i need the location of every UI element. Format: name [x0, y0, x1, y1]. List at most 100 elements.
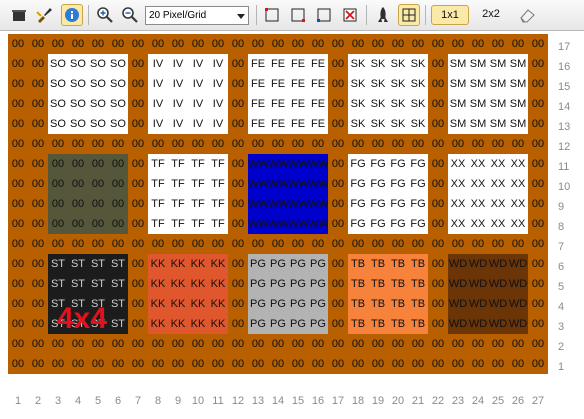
grid-cell[interactable]: SM: [468, 94, 488, 114]
grid-cell[interactable]: 00: [468, 34, 488, 54]
grid-cell[interactable]: PG: [288, 294, 308, 314]
grid-cell[interactable]: 00: [8, 54, 28, 74]
grid-cell[interactable]: 00: [528, 314, 548, 334]
grid-cell[interactable]: TB: [348, 274, 368, 294]
grid-cell[interactable]: 00: [8, 334, 28, 354]
grid-cell[interactable]: 00: [388, 234, 408, 254]
grid-cell[interactable]: 00: [448, 334, 468, 354]
grid-cell[interactable]: 00: [128, 214, 148, 234]
grid-cell[interactable]: WW: [288, 194, 308, 214]
grid-cell[interactable]: 00: [168, 334, 188, 354]
grid-cell[interactable]: FE: [248, 74, 268, 94]
grid-cell[interactable]: KK: [168, 274, 188, 294]
grid-cell[interactable]: ST: [68, 254, 88, 274]
grid-cell[interactable]: PG: [288, 254, 308, 274]
grid-cell[interactable]: WD: [448, 314, 468, 334]
grid-cell[interactable]: TF: [148, 174, 168, 194]
grid-cell[interactable]: 00: [88, 154, 108, 174]
grid-cell[interactable]: ST: [48, 274, 68, 294]
zoom-in-icon[interactable]: [94, 4, 116, 26]
grid-cell[interactable]: TF: [188, 214, 208, 234]
grid-cell[interactable]: 00: [228, 34, 248, 54]
grid-cell[interactable]: 00: [448, 134, 468, 154]
grid-cell[interactable]: 00: [508, 134, 528, 154]
grid-cell[interactable]: 00: [148, 34, 168, 54]
grid-cell[interactable]: WW: [308, 154, 328, 174]
grid-cell[interactable]: FE: [248, 114, 268, 134]
grid-cell[interactable]: 00: [528, 234, 548, 254]
grid-cell[interactable]: XX: [488, 194, 508, 214]
grid-cell[interactable]: 00: [268, 34, 288, 54]
grid-cell[interactable]: 00: [348, 234, 368, 254]
grid-cell[interactable]: FE: [308, 114, 328, 134]
grid-cell[interactable]: SO: [88, 114, 108, 134]
grid-cell[interactable]: 00: [268, 134, 288, 154]
grid-cell[interactable]: TB: [348, 294, 368, 314]
grid-cell[interactable]: PG: [308, 314, 328, 334]
grid-cell[interactable]: 00: [8, 94, 28, 114]
grid-cell[interactable]: 00: [348, 134, 368, 154]
grid-cell[interactable]: SO: [108, 114, 128, 134]
view-2x2-button[interactable]: 2x2: [473, 5, 509, 25]
grid-cell[interactable]: WW: [248, 154, 268, 174]
grid-cell[interactable]: 00: [28, 214, 48, 234]
grid-cell[interactable]: TB: [368, 294, 388, 314]
grid-cell[interactable]: WD: [468, 274, 488, 294]
grid-cell[interactable]: 00: [528, 174, 548, 194]
grid-cell[interactable]: 00: [328, 334, 348, 354]
grid-cell[interactable]: 00: [108, 354, 128, 374]
grid-cell[interactable]: 00: [328, 134, 348, 154]
grid-cell[interactable]: 00: [428, 254, 448, 274]
grid-cell[interactable]: FG: [388, 174, 408, 194]
grid-cell[interactable]: KK: [188, 294, 208, 314]
grid-cell[interactable]: SM: [448, 94, 468, 114]
grid-cell[interactable]: SK: [408, 94, 428, 114]
grid-cell[interactable]: 00: [68, 234, 88, 254]
grid-cell[interactable]: 00: [328, 54, 348, 74]
grid-cell[interactable]: SO: [68, 54, 88, 74]
grid-cell[interactable]: TB: [368, 254, 388, 274]
grid-cell[interactable]: XX: [488, 154, 508, 174]
grid-cell[interactable]: 00: [368, 354, 388, 374]
grid-cell[interactable]: WD: [488, 274, 508, 294]
grid-cell[interactable]: 00: [428, 34, 448, 54]
grid-cell[interactable]: WW: [268, 154, 288, 174]
grid-cell[interactable]: 00: [528, 254, 548, 274]
grid-cell[interactable]: 00: [188, 334, 208, 354]
zoom-select[interactable]: 20 Pixel/Grid: [145, 6, 249, 25]
grid-cell[interactable]: 00: [48, 174, 68, 194]
grid-cell[interactable]: WD: [448, 294, 468, 314]
grid-cell[interactable]: FG: [388, 154, 408, 174]
grid-cell[interactable]: KK: [168, 254, 188, 274]
grid-cell[interactable]: 00: [428, 54, 448, 74]
grid-cell[interactable]: 00: [148, 354, 168, 374]
grid-cell[interactable]: 00: [188, 234, 208, 254]
grid-cell[interactable]: 00: [48, 354, 68, 374]
grid-cell[interactable]: 00: [428, 154, 448, 174]
grid-cell[interactable]: IV: [168, 94, 188, 114]
grid-cell[interactable]: 00: [328, 114, 348, 134]
grid-cell[interactable]: FE: [268, 54, 288, 74]
grid-cell[interactable]: TF: [168, 194, 188, 214]
grid-cell[interactable]: SO: [68, 94, 88, 114]
grid-cell[interactable]: FG: [388, 214, 408, 234]
grid-cell[interactable]: SO: [108, 54, 128, 74]
grid-cell[interactable]: WD: [468, 254, 488, 274]
grid-cell[interactable]: 00: [28, 234, 48, 254]
grid-cell[interactable]: 00: [288, 134, 308, 154]
grid-cell[interactable]: 00: [388, 354, 408, 374]
grid-cell[interactable]: KK: [188, 254, 208, 274]
grid-cell[interactable]: ST: [108, 294, 128, 314]
grid-cell[interactable]: 00: [528, 94, 548, 114]
grid-cell[interactable]: 00: [208, 354, 228, 374]
grid-cell[interactable]: SM: [508, 54, 528, 74]
grid-cell[interactable]: 00: [408, 34, 428, 54]
grid-cell[interactable]: 00: [528, 34, 548, 54]
grid-cell[interactable]: 00: [128, 334, 148, 354]
grid-cell[interactable]: SM: [448, 114, 468, 134]
grid-cell[interactable]: PG: [308, 254, 328, 274]
grid-cell[interactable]: 00: [408, 134, 428, 154]
grid-cell[interactable]: 00: [48, 194, 68, 214]
grid-cell[interactable]: 00: [28, 134, 48, 154]
grid-cell[interactable]: 00: [8, 134, 28, 154]
